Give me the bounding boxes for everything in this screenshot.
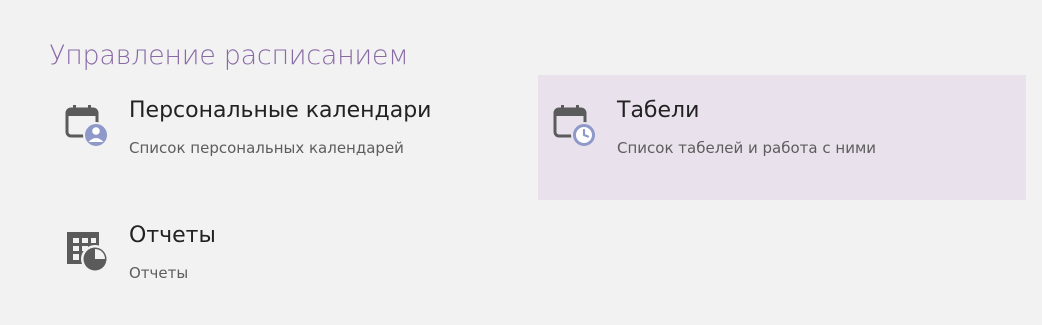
- table-chart-icon: [64, 228, 110, 274]
- tile-description: Список персональных календарей: [129, 139, 404, 157]
- tile-title: Персональные календари: [129, 98, 432, 123]
- tile-description: Список табелей и работа с ними: [617, 139, 877, 157]
- calendar-user-icon: [64, 103, 110, 149]
- tile-timesheets[interactable]: Табели Список табелей и работа с ними: [538, 75, 1026, 200]
- section-title: Управление расписанием: [49, 40, 409, 71]
- tile-description: Отчеты: [129, 264, 189, 282]
- calendar-clock-icon: [552, 103, 598, 149]
- tile-personal-calendars[interactable]: Персональные календари Список персональн…: [50, 75, 538, 200]
- tile-title: Табели: [617, 98, 700, 123]
- tile-reports[interactable]: Отчеты Отчеты: [50, 200, 538, 325]
- tile-title: Отчеты: [129, 223, 216, 248]
